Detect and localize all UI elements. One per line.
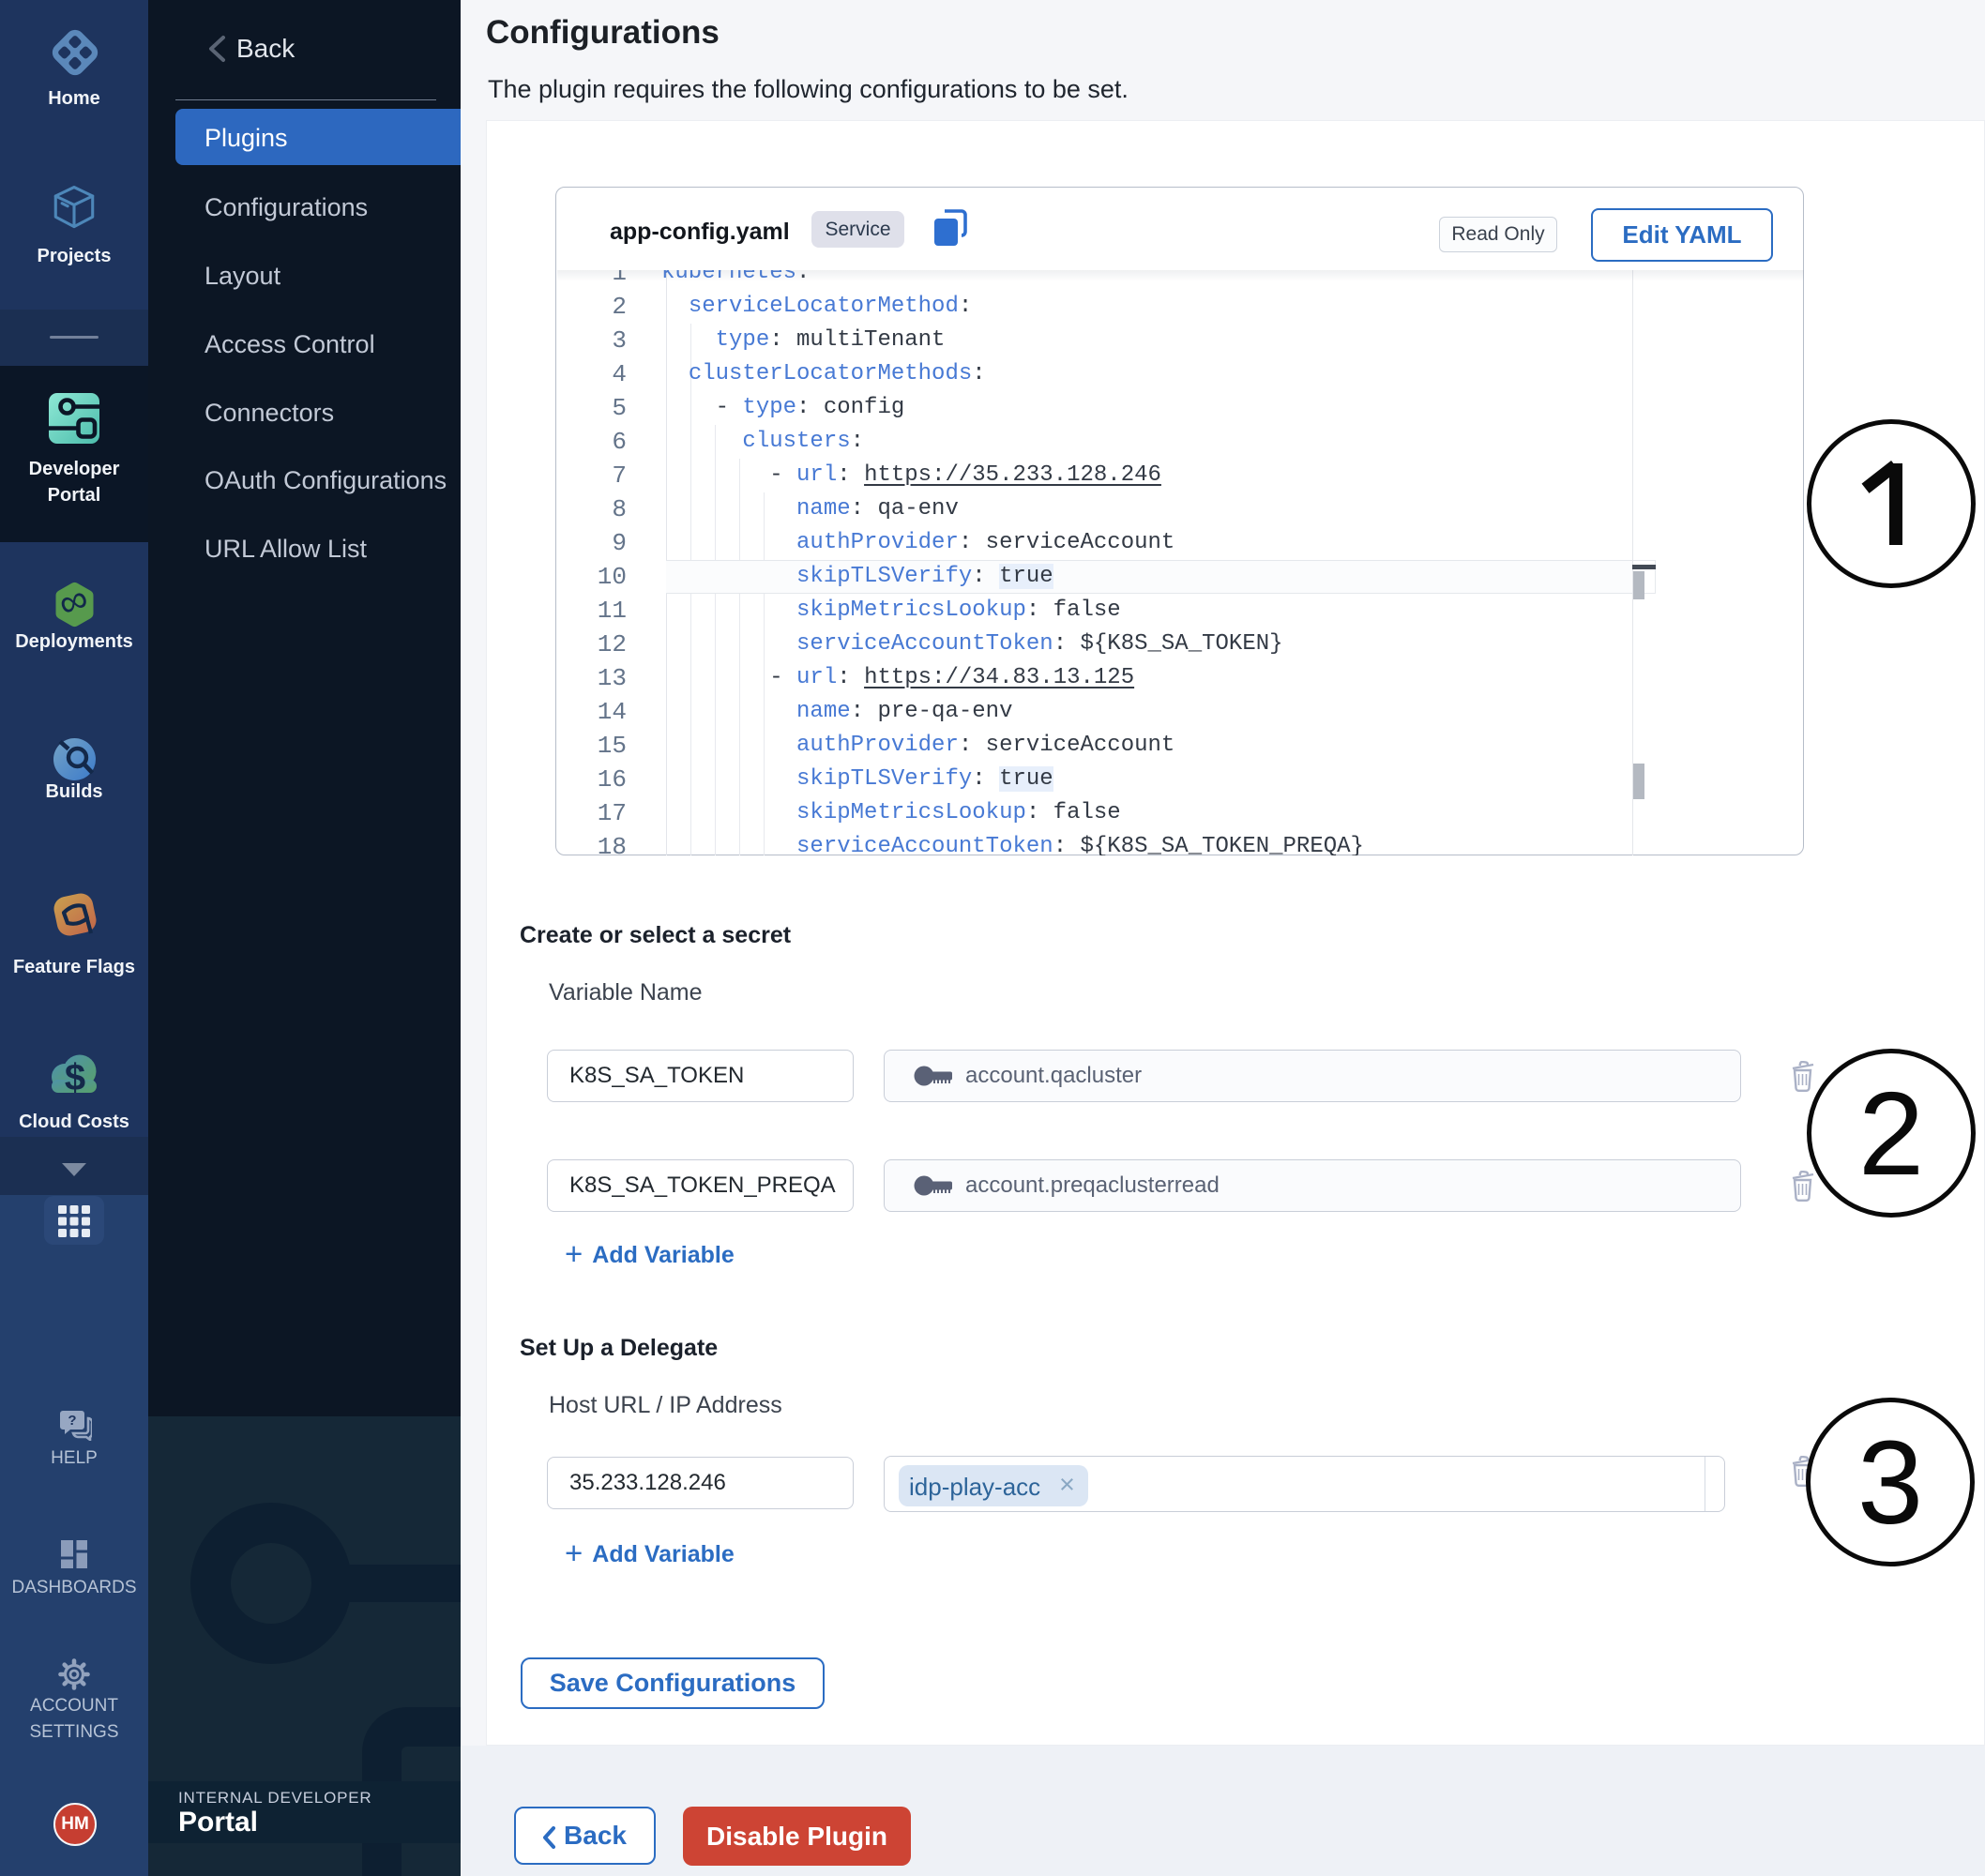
svg-text:$: $	[65, 1057, 85, 1096]
svg-text:?: ?	[68, 1413, 76, 1429]
